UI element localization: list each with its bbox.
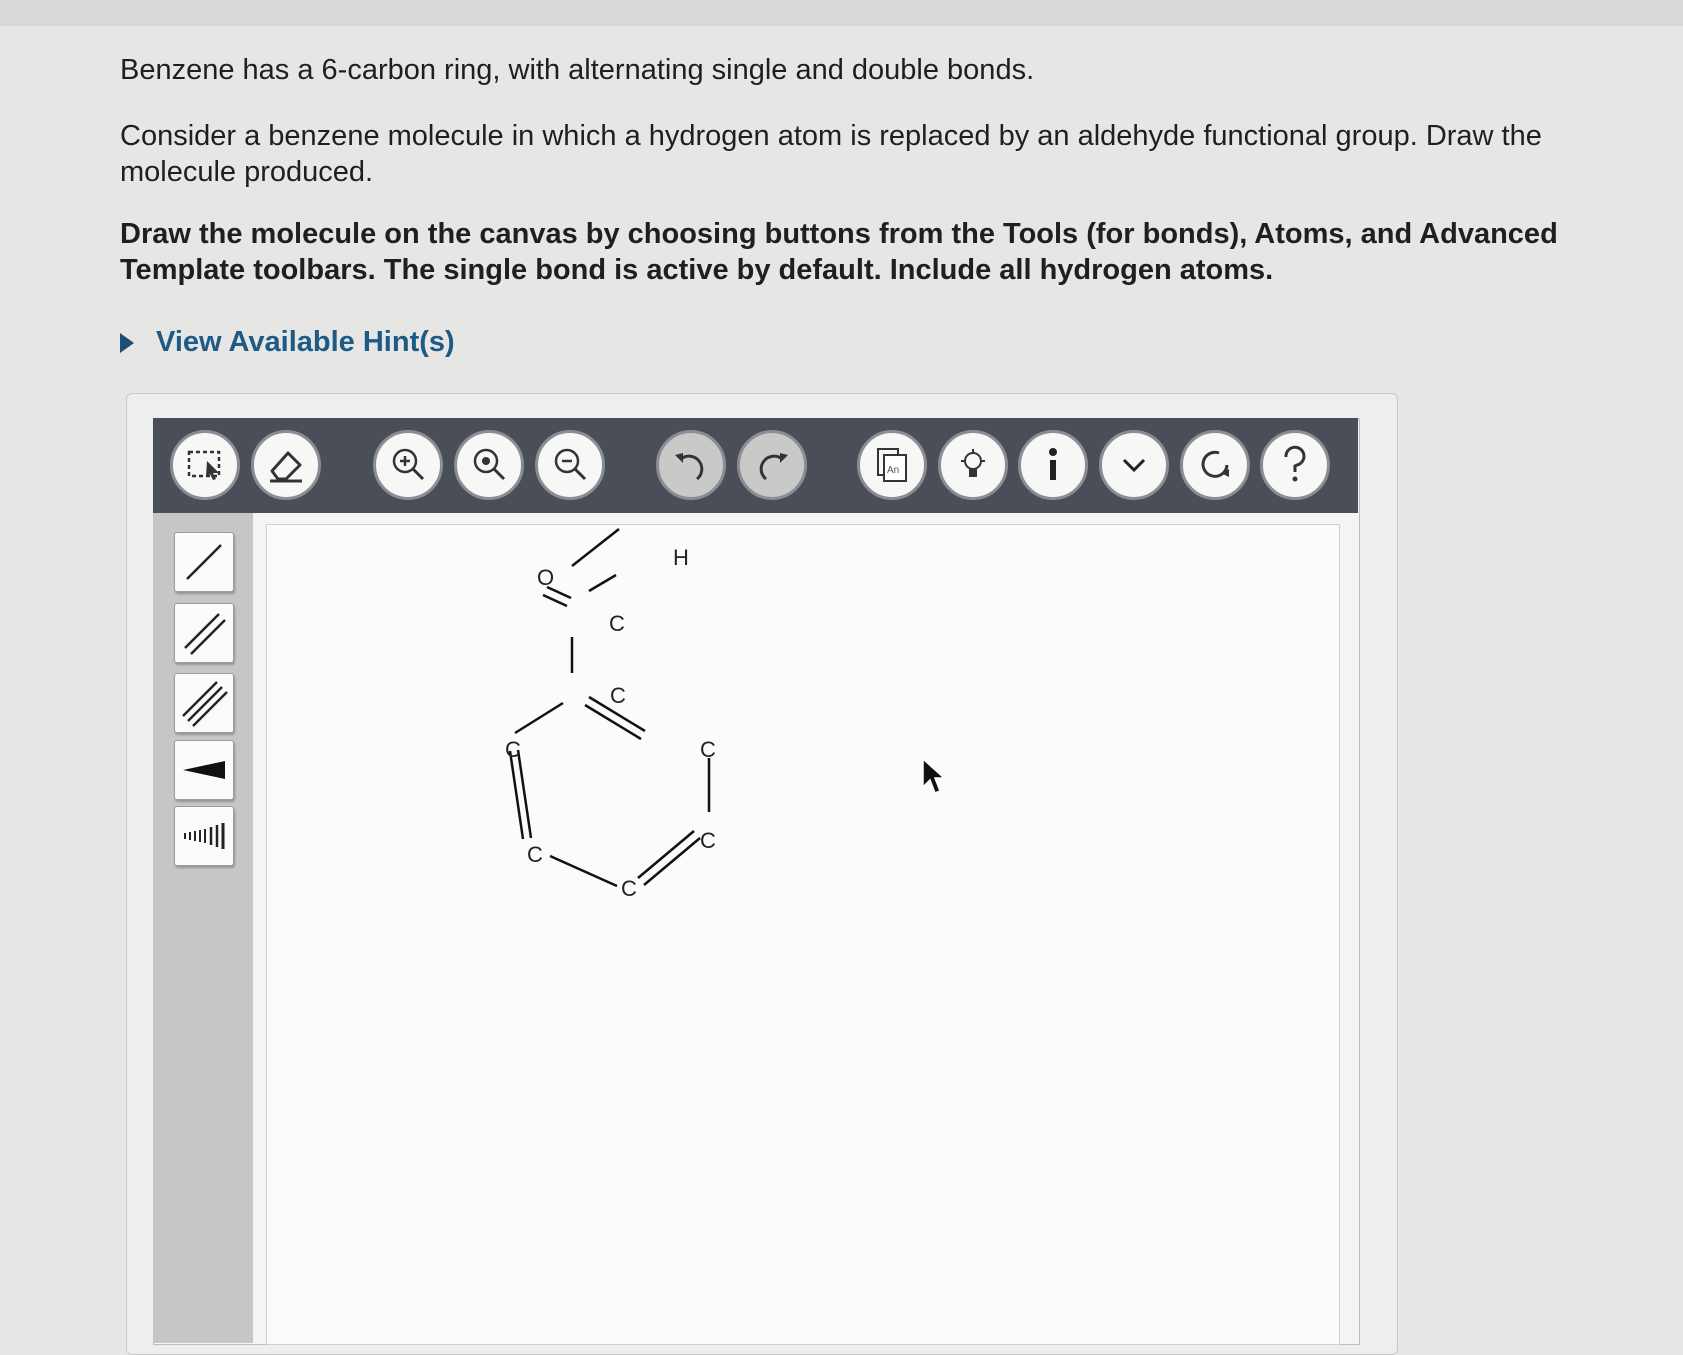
eraser-icon xyxy=(270,451,302,483)
redo-button[interactable] xyxy=(737,430,807,500)
reset-icon xyxy=(1201,450,1229,478)
undo-button[interactable] xyxy=(656,430,726,500)
info-icon xyxy=(1049,448,1057,480)
zoom-out-icon xyxy=(554,448,587,481)
zoom-in-button[interactable] xyxy=(373,430,443,500)
lasso-select-icon xyxy=(187,450,221,480)
question-text-benzene: Benzene has a 6-carbon ring, with altern… xyxy=(120,54,1035,86)
hash-bond-button[interactable] xyxy=(174,806,234,866)
redo-icon xyxy=(759,453,788,481)
undo-icon xyxy=(675,453,704,481)
erase-tool-button[interactable] xyxy=(251,430,321,500)
triple-bond-button[interactable] xyxy=(174,673,234,733)
bond-c-o-double-b xyxy=(542,593,568,608)
instructions-text: Draw the molecule on the canvas by choos… xyxy=(120,218,1558,286)
atom-ring-carbon-5: C xyxy=(527,842,543,867)
zoom-in-icon xyxy=(392,448,425,481)
single-bond-button[interactable] xyxy=(174,532,234,592)
document-template-icon: An xyxy=(877,448,907,482)
lightbulb-icon xyxy=(961,449,985,477)
select-tool-button[interactable] xyxy=(170,430,240,500)
svg-text:An: An xyxy=(887,465,899,476)
hash-bond-icon xyxy=(184,823,225,849)
page-top-strip xyxy=(0,0,1683,26)
view-hints-label: View Available Hint(s) xyxy=(156,326,455,358)
atom-carbonyl-carbon: C xyxy=(609,611,625,636)
mouse-pointer-icon xyxy=(922,757,946,794)
atom-ring-carbon-4: C xyxy=(621,876,637,901)
drawing-canvas[interactable]: O H C C C C C C C xyxy=(266,524,1340,1345)
wedge-bond-button[interactable] xyxy=(174,740,234,800)
double-bond-button[interactable] xyxy=(174,603,234,663)
question-mark-icon xyxy=(1284,445,1306,482)
expand-triangle-icon xyxy=(120,332,134,353)
bond-c3-c4-double-a xyxy=(643,837,701,886)
atom-ring-carbon-2: C xyxy=(700,737,716,762)
chevron-down-icon xyxy=(1122,458,1146,473)
bond-c1-c6 xyxy=(514,701,564,735)
zoom-reset-button[interactable] xyxy=(454,430,524,500)
bond-c4-c5 xyxy=(549,854,618,888)
molecule-drawing: O H C C C C C C C xyxy=(505,528,716,901)
question-text-aldehyde: Consider a benzene molecule in which a h… xyxy=(120,120,1542,188)
clean-structure-button[interactable] xyxy=(938,430,1008,500)
expand-button[interactable] xyxy=(1099,430,1169,500)
bond-c-h-arm xyxy=(588,573,617,593)
zoom-fit-icon xyxy=(473,448,506,481)
info-button[interactable] xyxy=(1018,430,1088,500)
bond-c1-c2-double-a xyxy=(584,703,642,741)
zoom-out-button[interactable] xyxy=(535,430,605,500)
wedge-bond-icon xyxy=(183,761,225,779)
help-button[interactable] xyxy=(1260,430,1330,500)
view-hints-link[interactable]: View Available Hint(s) xyxy=(120,326,455,359)
atom-ring-carbon-3: C xyxy=(700,828,716,853)
templates-button[interactable]: An xyxy=(857,430,927,500)
reset-button[interactable] xyxy=(1180,430,1250,500)
atom-hydrogen: H xyxy=(673,545,689,570)
triple-bond-icon xyxy=(182,681,228,727)
double-bond-icon xyxy=(184,613,226,655)
bond-c3-c4-double-b xyxy=(637,830,695,879)
atom-ring-carbon-6: C xyxy=(505,737,521,762)
atom-oxygen: O xyxy=(537,565,554,590)
single-bond-icon xyxy=(186,544,222,580)
bond-c-h xyxy=(571,528,620,567)
atom-ring-carbon-1: C xyxy=(610,683,626,708)
